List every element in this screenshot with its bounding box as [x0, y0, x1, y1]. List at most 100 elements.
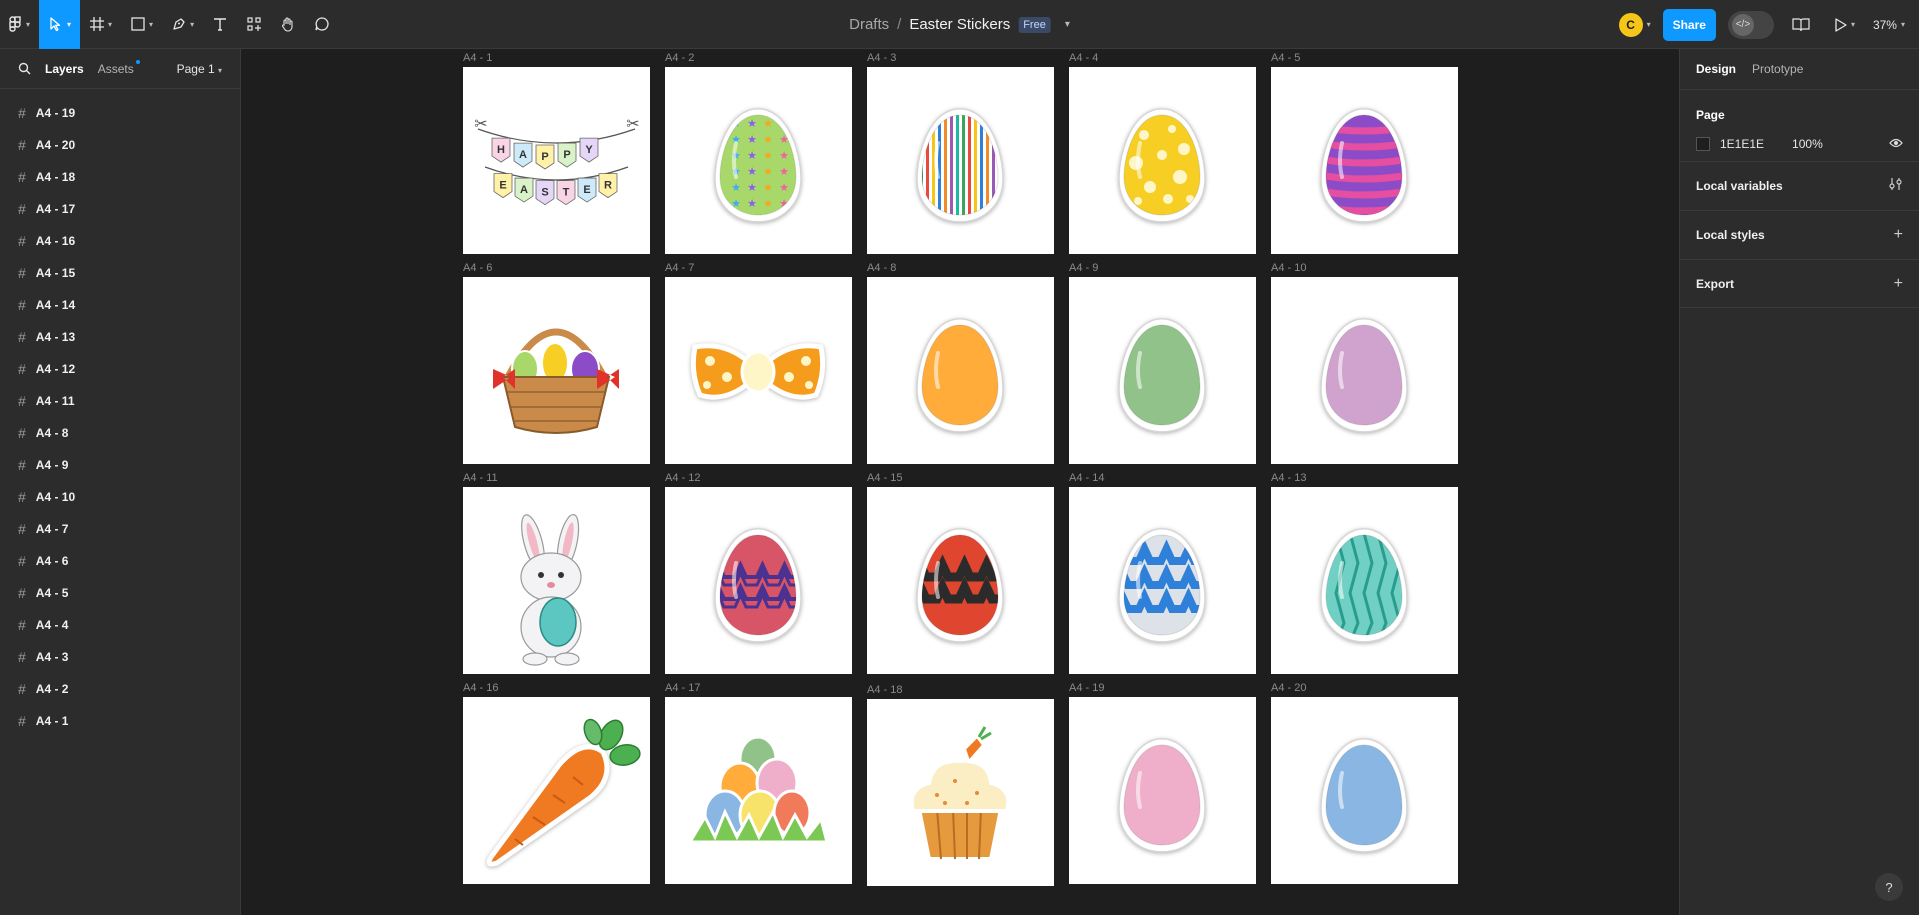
page-color-swatch[interactable]	[1696, 136, 1710, 151]
layer-item[interactable]: # A4 - 15	[0, 257, 240, 289]
tab-layers[interactable]: Layers	[45, 62, 84, 76]
local-variables-row[interactable]: Local variables	[1680, 161, 1919, 210]
tab-prototype[interactable]: Prototype	[1752, 62, 1803, 76]
canvas-frame[interactable]: A4 - 19	[1069, 682, 1256, 884]
layer-item[interactable]: # A4 - 2	[0, 673, 240, 705]
frame-artboard[interactable]: H A P P Y E A S T E R ✂ ✂	[463, 67, 650, 254]
canvas-frame[interactable]: A4 - 18	[867, 684, 1054, 886]
layer-item[interactable]: # A4 - 10	[0, 481, 240, 513]
canvas-frame[interactable]: A4 - 5	[1271, 52, 1458, 254]
multiplayer-avatars[interactable]: C ▾	[1618, 12, 1651, 37]
canvas-frame[interactable]: A4 - 3	[867, 52, 1054, 254]
canvas-frame[interactable]: A4 - 14	[1069, 472, 1256, 674]
frame-artboard[interactable]	[463, 697, 650, 884]
shape-tool-button[interactable]: ▾	[121, 0, 162, 49]
variables-icon[interactable]	[1889, 177, 1903, 196]
layer-item[interactable]: # A4 - 4	[0, 609, 240, 641]
frame-label[interactable]: A4 - 13	[1271, 472, 1458, 487]
frame-label[interactable]: A4 - 5	[1271, 52, 1458, 67]
page-opacity[interactable]: 100%	[1792, 137, 1823, 151]
dev-mode-toggle[interactable]: </>	[1727, 10, 1774, 39]
frame-label[interactable]: A4 - 6	[463, 262, 650, 277]
frame-artboard[interactable]	[1069, 67, 1256, 254]
local-styles-row[interactable]: Local styles +	[1680, 210, 1919, 259]
share-button[interactable]: Share	[1662, 8, 1716, 41]
frame-label[interactable]: A4 - 19	[1069, 682, 1256, 697]
canvas-frame[interactable]: A4 - 12	[665, 472, 852, 674]
plus-icon[interactable]: +	[1894, 226, 1903, 244]
main-menu-button[interactable]: ▾	[0, 0, 39, 49]
canvas-frame[interactable]: A4 - 17	[665, 682, 852, 884]
zoom-menu[interactable]: 37% ▾	[1873, 18, 1905, 32]
frame-label[interactable]: A4 - 1	[463, 52, 650, 67]
layer-item[interactable]: # A4 - 12	[0, 353, 240, 385]
canvas-frame[interactable]: A4 - 15	[867, 472, 1054, 674]
canvas-frame[interactable]: A4 - 11	[463, 472, 650, 674]
text-tool-button[interactable]	[203, 0, 237, 49]
frame-label[interactable]: A4 - 7	[665, 262, 852, 277]
layer-item[interactable]: # A4 - 18	[0, 161, 240, 193]
canvas-frame[interactable]: A4 - 13	[1271, 472, 1458, 674]
canvas-frame[interactable]: A4 - 7	[665, 262, 852, 464]
canvas-frame[interactable]: A4 - 2 ★★★★★★★★★★★★★★★★★★★★★★★★	[665, 52, 852, 254]
frame-artboard[interactable]	[665, 277, 852, 464]
export-row[interactable]: Export +	[1680, 259, 1919, 308]
canvas-frame[interactable]: A4 - 4	[1069, 52, 1256, 254]
frame-artboard[interactable]	[1271, 277, 1458, 464]
search-icon[interactable]	[18, 62, 31, 75]
library-button[interactable]	[1786, 0, 1816, 49]
frame-label[interactable]: A4 - 14	[1069, 472, 1256, 487]
frame-artboard[interactable]	[1271, 67, 1458, 254]
canvas-frame[interactable]: A4 - 20	[1271, 682, 1458, 884]
layer-item[interactable]: # A4 - 13	[0, 321, 240, 353]
frame-artboard[interactable]	[1271, 697, 1458, 884]
present-button[interactable]: ▾	[1828, 0, 1861, 49]
help-button[interactable]: ?	[1875, 873, 1903, 901]
layer-item[interactable]: # A4 - 17	[0, 193, 240, 225]
page-color-hex[interactable]: 1E1E1E	[1720, 137, 1764, 151]
move-tool-button[interactable]: ▾	[39, 0, 81, 49]
hand-tool-button[interactable]	[271, 0, 305, 49]
frame-label[interactable]: A4 - 11	[463, 472, 650, 487]
canvas-frame[interactable]: A4 - 16	[463, 682, 650, 884]
layer-item[interactable]: # A4 - 5	[0, 577, 240, 609]
tab-design[interactable]: Design	[1696, 62, 1736, 76]
actions-tool-button[interactable]	[237, 0, 271, 49]
layer-item[interactable]: # A4 - 11	[0, 385, 240, 417]
frame-artboard[interactable]	[1069, 277, 1256, 464]
layer-item[interactable]: # A4 - 1	[0, 705, 240, 737]
frame-label[interactable]: A4 - 10	[1271, 262, 1458, 277]
frame-label[interactable]: A4 - 18	[867, 684, 1054, 699]
frame-artboard[interactable]	[1069, 487, 1256, 674]
file-menu-chevron-icon[interactable]: ▾	[1065, 19, 1070, 30]
frame-label[interactable]: A4 - 4	[1069, 52, 1256, 67]
layer-item[interactable]: # A4 - 20	[0, 129, 240, 161]
canvas-frame[interactable]: A4 - 8	[867, 262, 1054, 464]
frame-artboard[interactable]: ★★★★★★★★★★★★★★★★★★★★★★★★	[665, 67, 852, 254]
layer-item[interactable]: # A4 - 3	[0, 641, 240, 673]
layer-item[interactable]: # A4 - 14	[0, 289, 240, 321]
layer-item[interactable]: # A4 - 8	[0, 417, 240, 449]
canvas[interactable]: A4 - 1 H A P P Y E A S T E R ✂ ✂ A4 - 2 ★ ★ ★ ★ ★ ★ ★ ★ ★ ★ ★ ★ ★ ★…	[241, 49, 1679, 915]
tab-assets[interactable]: Assets	[98, 59, 140, 76]
frame-artboard[interactable]	[1069, 697, 1256, 884]
eye-icon[interactable]	[1889, 136, 1903, 151]
frame-label[interactable]: A4 - 8	[867, 262, 1054, 277]
canvas-frame[interactable]: A4 - 9	[1069, 262, 1256, 464]
frame-artboard[interactable]	[665, 697, 852, 884]
layer-item[interactable]: # A4 - 9	[0, 449, 240, 481]
frame-artboard[interactable]	[463, 277, 650, 464]
layer-item[interactable]: # A4 - 7	[0, 513, 240, 545]
plus-icon[interactable]: +	[1894, 275, 1903, 293]
frame-label[interactable]: A4 - 3	[867, 52, 1054, 67]
frame-label[interactable]: A4 - 17	[665, 682, 852, 697]
frame-label[interactable]: A4 - 16	[463, 682, 650, 697]
frame-tool-button[interactable]: ▾	[80, 0, 121, 49]
comment-tool-button[interactable]	[305, 0, 339, 49]
frame-label[interactable]: A4 - 2	[665, 52, 852, 67]
frame-label[interactable]: A4 - 9	[1069, 262, 1256, 277]
canvas-frame[interactable]: A4 - 1 H A P P Y E A S T E R ✂ ✂	[463, 52, 650, 254]
frame-label[interactable]: A4 - 12	[665, 472, 852, 487]
frame-artboard[interactable]	[867, 699, 1054, 886]
canvas-frame[interactable]: A4 - 10	[1271, 262, 1458, 464]
